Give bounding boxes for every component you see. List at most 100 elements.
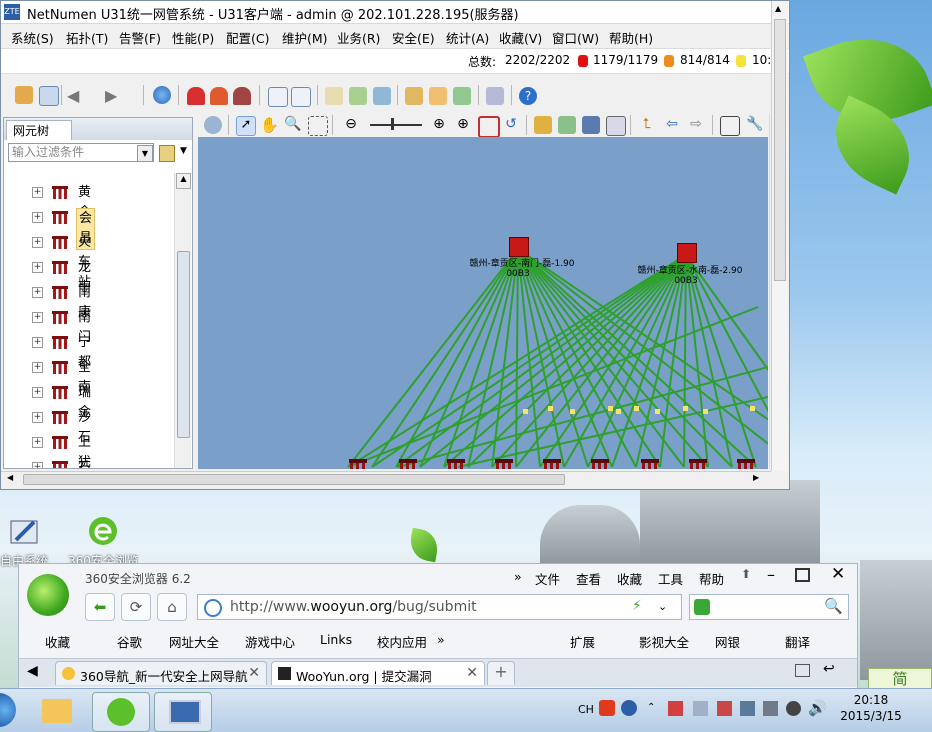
network-icon[interactable] [763, 701, 778, 716]
chevron-down-icon[interactable]: ▼ [180, 146, 187, 156]
minimize-button[interactable]: – [767, 565, 775, 584]
expand-icon[interactable]: + [32, 262, 43, 273]
taskbar-clock[interactable]: 20:18 2015/3/15 [838, 693, 904, 723]
address-url[interactable]: http://www.wooyun.org/bug/submit [230, 599, 477, 615]
alarm-filter-icon[interactable] [233, 87, 251, 105]
zoom-fit-icon[interactable]: ⊕ [454, 116, 472, 134]
menu-window[interactable]: 窗口(W) [552, 28, 599, 47]
tab-ne-tree[interactable]: 网元树 [6, 120, 72, 140]
next-view-icon[interactable]: ⇨ [687, 116, 705, 134]
scroll-left-icon[interactable]: ◀ [7, 473, 13, 482]
zoom-slider-handle[interactable] [391, 118, 394, 130]
select-pointer-icon[interactable]: ➚ [236, 116, 256, 136]
wrench-icon[interactable]: 🔧 [746, 116, 764, 134]
expand-icon[interactable]: + [32, 187, 43, 198]
start-button[interactable] [0, 693, 16, 727]
help-icon[interactable]: ? [519, 87, 537, 105]
tray-expand-icon[interactable]: ⌃ [647, 702, 655, 713]
expand-icon[interactable]: + [32, 287, 43, 298]
forward-arrow-icon[interactable]: ▶ [105, 86, 123, 105]
expand-icon[interactable]: + [32, 337, 43, 348]
major-count[interactable]: 814/814 [680, 53, 730, 67]
close-button[interactable]: ✕ [831, 564, 845, 584]
menu-more-icon[interactable]: » [514, 569, 522, 584]
fav-site-directory[interactable]: 网址大全 [169, 632, 219, 651]
pin-icon[interactable]: ⬆ [741, 567, 751, 581]
taskbar-explorer[interactable] [30, 692, 86, 730]
fav-campus-apps[interactable]: 校内应用 [377, 632, 427, 651]
menu-alarm[interactable]: 告警(F) [119, 28, 161, 47]
tool-banking[interactable]: 网银 [715, 632, 740, 651]
up-level-icon[interactable]: ⮤ [638, 116, 656, 134]
scroll-thumb[interactable] [23, 474, 565, 485]
globe-icon[interactable] [153, 86, 171, 104]
tree-filter-input[interactable]: 输入过滤条件 [8, 143, 154, 162]
zoom-slider[interactable] [370, 124, 422, 126]
back-arrow-icon[interactable]: ◀ [67, 86, 85, 105]
menu-help[interactable]: 帮助 [699, 569, 724, 588]
address-dropdown-icon[interactable]: ⌄ [658, 600, 667, 613]
view-icon[interactable] [720, 116, 740, 136]
scroll-right-icon[interactable]: ▶ [753, 473, 759, 482]
search-icon[interactable]: 🔍 [824, 597, 843, 615]
menu-view[interactable]: 查看 [576, 569, 601, 588]
tray-app-icon[interactable] [740, 701, 755, 716]
help-icon[interactable] [621, 700, 637, 716]
expand-icon[interactable]: + [32, 312, 43, 323]
schedule-icon[interactable] [429, 87, 447, 105]
maximize-button[interactable] [795, 568, 810, 582]
menu-help[interactable]: 帮助(H) [609, 28, 653, 47]
tray-app-icon[interactable] [717, 701, 732, 716]
desktop-browser-icon[interactable] [86, 514, 126, 550]
menu-system[interactable]: 系统(S) [11, 28, 54, 47]
tab-360-navigation[interactable]: 360导航_新一代安全上网导航 ✕ [55, 661, 267, 685]
menu-file[interactable]: 文件 [535, 569, 560, 588]
zoom-icon[interactable]: 🔍 [284, 116, 302, 134]
save-icon[interactable] [582, 116, 600, 134]
search-box[interactable]: 🔍 [689, 594, 849, 620]
scroll-thumb[interactable] [177, 251, 190, 438]
volume-icon[interactable]: 🔊 [808, 699, 827, 717]
back-button[interactable]: ⬅ [85, 593, 115, 621]
fav-google[interactable]: 谷歌 [117, 632, 142, 651]
expand-icon[interactable]: + [32, 437, 43, 448]
tab-restore-icon[interactable] [795, 664, 810, 677]
alarm-bell-icon[interactable] [210, 87, 228, 105]
fav-more-icon[interactable]: » [437, 632, 445, 647]
menu-topology[interactable]: 拓扑(T) [66, 28, 108, 47]
network-icon[interactable] [349, 87, 367, 105]
tray-app-icon[interactable] [668, 701, 683, 716]
zoom-in-icon[interactable]: ⊕ [430, 116, 448, 134]
menu-performance[interactable]: 性能(P) [172, 28, 214, 47]
menu-maintenance[interactable]: 维护(M) [282, 28, 328, 47]
expand-icon[interactable]: + [32, 412, 43, 423]
menu-service[interactable]: 业务(R) [337, 28, 380, 47]
expand-icon[interactable]: + [32, 387, 43, 398]
refresh-button[interactable]: ⟳ [121, 593, 151, 621]
alarm-bell-icon[interactable] [187, 87, 205, 105]
tool-translate[interactable]: 翻译 [785, 632, 810, 651]
language-indicator[interactable]: CH [578, 703, 594, 716]
menu-security[interactable]: 安全(E) [392, 28, 435, 47]
window-scroll-right[interactable]: ▲ [771, 1, 788, 471]
tool-extensions[interactable]: 扩展 [570, 632, 595, 651]
ne-node[interactable] [509, 237, 529, 257]
taskbar-360-browser[interactable] [92, 692, 150, 732]
horizontal-scrollbar[interactable]: ◀ ▶ [1, 471, 771, 486]
table-search-icon[interactable] [291, 87, 311, 107]
zoom-area-icon[interactable] [308, 116, 328, 136]
tab-wooyun[interactable]: WooYun.org | 提交漏洞 ✕ [271, 661, 485, 685]
taskbar-netnumen[interactable] [154, 692, 212, 732]
fav-game-center[interactable]: 游戏中心 [245, 632, 295, 651]
table-icon[interactable] [268, 87, 288, 107]
menu-favorites[interactable]: 收藏 [617, 569, 642, 588]
report-icon[interactable] [405, 87, 423, 105]
link-icon[interactable] [453, 87, 471, 105]
search-engine-icon[interactable] [694, 599, 710, 615]
fav-links[interactable]: Links [320, 632, 352, 647]
fav-favorites[interactable]: 收藏 [45, 632, 70, 651]
users-icon[interactable] [15, 86, 33, 104]
tab-close-icon[interactable]: ✕ [466, 665, 478, 681]
menu-favorites[interactable]: 收藏(V) [499, 28, 542, 47]
sogou-icon[interactable] [599, 700, 615, 716]
